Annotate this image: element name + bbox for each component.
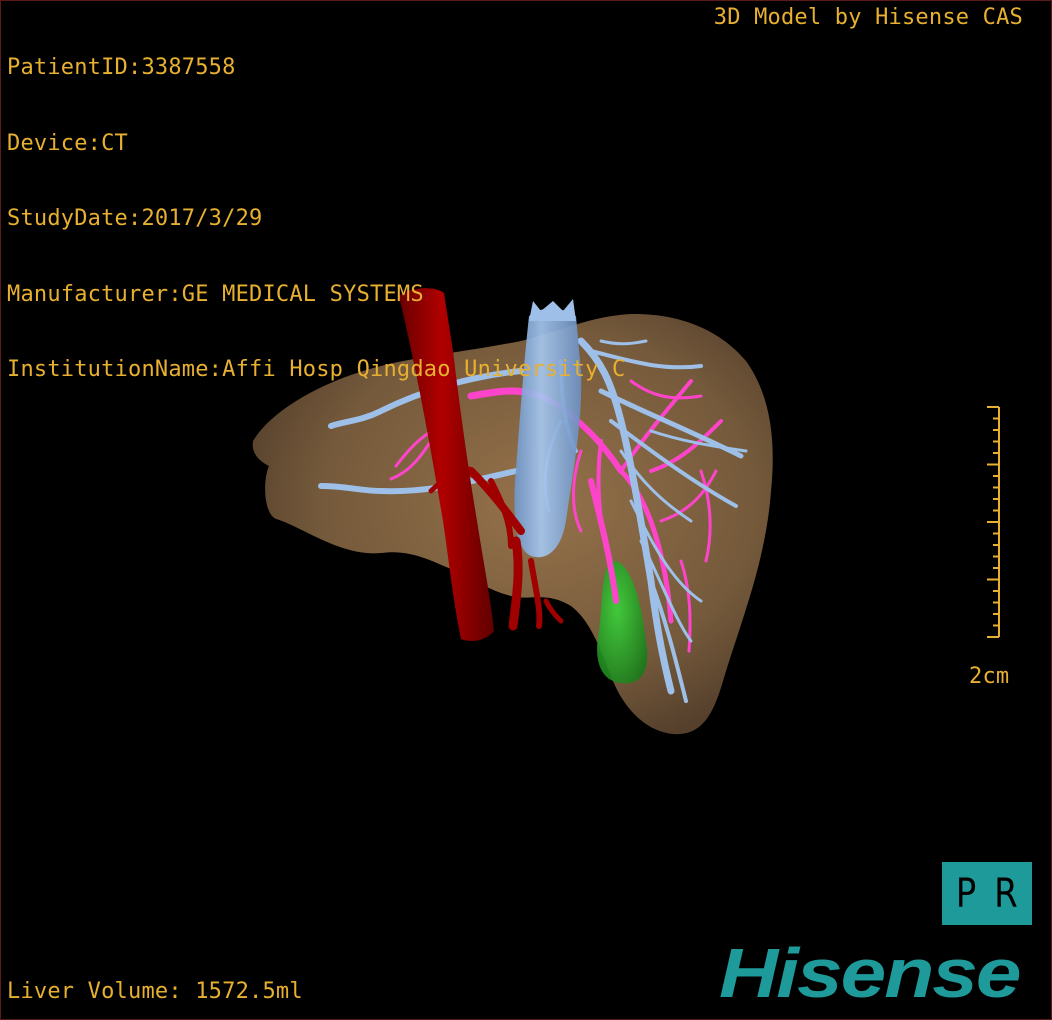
- hisense-logo: Hisense: [719, 934, 1022, 1013]
- scale-bar: [987, 406, 1000, 638]
- view-orientation-button[interactable]: P R: [942, 862, 1032, 925]
- manufacturer-label: Manufacturer:GE MEDICAL SYSTEMS: [7, 281, 424, 307]
- model-credit: 3D Model by Hisense CAS: [713, 5, 1023, 30]
- device-label: Device:CT: [7, 130, 129, 156]
- study-date-label: StudyDate:2017/3/29: [7, 206, 263, 231]
- 3d-viewport[interactable]: PatientID:3387558 Device:CT StudyDate:20…: [0, 0, 1052, 1020]
- scale-label: 2cm: [969, 664, 1010, 689]
- patient-id-label: PatientID:3387558: [7, 55, 236, 80]
- patient-info-overlay: PatientID:3387558 Device:CT StudyDate:20…: [7, 5, 625, 433]
- view-letter-p: P: [955, 870, 977, 917]
- liver-volume-label: Liver Volume: 1572.5ml: [7, 979, 303, 1004]
- institution-label: InstitutionName:Affi Hosp Qingdao Univer…: [7, 357, 626, 382]
- view-letter-r: R: [994, 870, 1018, 917]
